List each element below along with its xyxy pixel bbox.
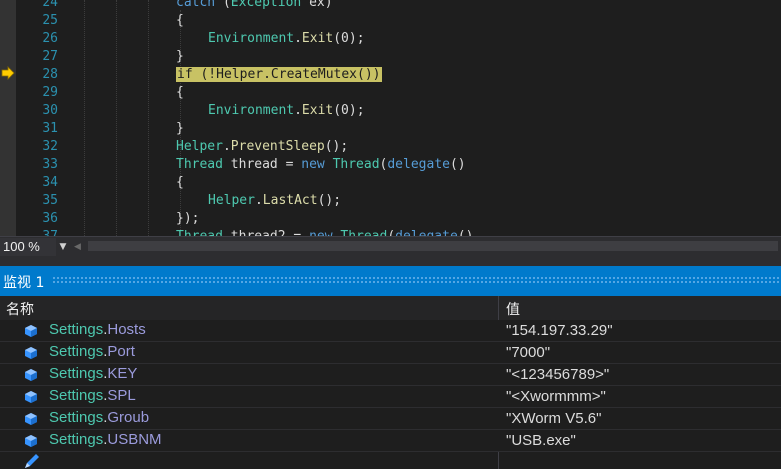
line-number: 33 — [42, 157, 58, 172]
code-keyword: delegate — [387, 157, 450, 172]
cube-icon — [25, 325, 37, 337]
code-keyword: new — [309, 229, 332, 236]
watch-item-name: Settings.SPL — [49, 387, 136, 404]
code-method: Exit — [301, 31, 334, 46]
cube-icon — [25, 347, 37, 359]
code-line: if (!Helper.CreateMutex()) — [176, 66, 382, 84]
code-line: }); — [176, 211, 200, 226]
line-number: 30 — [42, 103, 58, 118]
watch-item-value: "154.197.33.29" — [506, 322, 613, 339]
watch-row[interactable]: Settings.KEY "<123456789>" — [0, 364, 781, 386]
watch-window-title: 监视 1 — [3, 275, 45, 291]
current-statement-highlight: if (!Helper.CreateMutex()) — [176, 67, 382, 82]
code-keyword: delegate — [395, 229, 458, 236]
code-method: PreventSleep — [230, 139, 325, 154]
code-line: Helper.LastAct(); — [208, 193, 342, 208]
watch-item-name: Settings.Port — [49, 343, 135, 360]
code-line: Environment.Exit(0); — [208, 31, 365, 46]
line-number: 31 — [42, 121, 58, 136]
column-header-name[interactable]: 名称 — [6, 299, 34, 319]
watch-rows: Settings.Hosts "154.197.33.29" Settings.… — [0, 320, 781, 452]
watch-window-titlebar[interactable]: 监视 1 — [0, 266, 781, 296]
column-header-value[interactable]: 值 — [506, 299, 520, 319]
watch-row[interactable]: Settings.SPL "<Xwormmm>" — [0, 386, 781, 408]
code-type: Thread — [332, 157, 380, 172]
cube-icon — [25, 435, 37, 447]
code-line: } — [176, 49, 184, 64]
code-line: { — [176, 175, 184, 190]
watch-item-value: "<123456789>" — [506, 366, 610, 383]
add-watch-row[interactable] — [0, 452, 781, 469]
panel-splitter[interactable] — [0, 257, 781, 266]
watch-item-value: "XWorm V5.6" — [506, 410, 602, 427]
code-type: Environment — [208, 103, 295, 118]
code-type: Helper — [208, 193, 255, 208]
watch-row[interactable]: Settings.Groub "XWorm V5.6" — [0, 408, 781, 430]
code-editor[interactable]: 24 25 26 27 28 29 30 31 32 33 34 35 36 37 catch (Exce… — [0, 0, 781, 236]
watch-item-value: "USB.exe" — [506, 432, 576, 449]
code-line: Thread thread = new Thread(delegate() — [176, 157, 466, 172]
watch-row[interactable]: Settings.USBNM "USB.exe" — [0, 430, 781, 452]
watch-column-header: 名称 值 — [0, 296, 781, 321]
code-line: } — [176, 121, 184, 136]
line-number: 35 — [42, 193, 58, 208]
line-number: 27 — [42, 49, 58, 64]
watch-item-value: "7000" — [506, 344, 551, 361]
titlebar-grip — [52, 276, 781, 284]
code-text-area[interactable]: catch (Exception ex){Environment.Exit(0)… — [68, 0, 781, 236]
watch-item-name: Settings.Groub — [49, 409, 150, 426]
code-keyword: catch — [176, 0, 216, 10]
cube-icon — [25, 413, 37, 425]
code-type: Exception — [230, 0, 302, 10]
code-line: { — [176, 85, 184, 100]
code-type: Thread — [340, 229, 387, 236]
code-type: Helper — [176, 139, 223, 154]
pencil-icon — [25, 454, 39, 468]
code-type: Thread — [176, 157, 223, 172]
line-number: 28 — [42, 67, 58, 82]
line-number: 36 — [42, 211, 58, 226]
code-type: Environment — [208, 31, 295, 46]
watch-item-name: Settings.Hosts — [49, 321, 146, 338]
line-number: 24 — [42, 0, 58, 10]
line-number: 37 — [18, 228, 58, 236]
code-line: Helper.PreventSleep(); — [176, 139, 349, 154]
watch-item-name: Settings.USBNM — [49, 431, 162, 448]
watch-row[interactable]: Settings.Hosts "154.197.33.29" — [0, 320, 781, 342]
code-line: Environment.Exit(0); — [208, 103, 365, 118]
code-line: { — [176, 13, 184, 28]
line-number: 25 — [42, 13, 58, 28]
watch-row[interactable]: Settings.Port "7000" — [0, 342, 781, 364]
code-line: Thread thread2 = new Thread(delegate() — [176, 228, 473, 236]
code-line: catch (Exception ex) — [176, 0, 333, 12]
editor-status-bar: 100 % ▼ ◀ — [0, 236, 781, 257]
line-number: 26 — [42, 31, 58, 46]
code-method: LastAct — [262, 193, 318, 208]
scroll-left-icon[interactable]: ◀ — [74, 238, 86, 256]
code-method: Exit — [301, 103, 334, 118]
code-type: Thread — [176, 229, 223, 236]
chevron-down-icon[interactable]: ▼ — [56, 238, 70, 256]
cube-icon — [25, 391, 37, 403]
code-keyword: new — [301, 157, 325, 172]
zoom-level-combobox[interactable]: 100 % — [0, 238, 56, 256]
line-numbers: 24 25 26 27 28 29 30 31 32 33 34 35 36 37 — [16, 0, 60, 236]
watch-item-value: "<Xwormmm>" — [506, 388, 606, 405]
line-number: 34 — [42, 175, 58, 190]
cube-icon — [25, 369, 37, 381]
line-number: 32 — [42, 139, 58, 154]
breakpoint-gutter[interactable] — [0, 0, 16, 236]
horizontal-scrollbar[interactable] — [88, 241, 778, 251]
line-number: 29 — [42, 85, 58, 100]
watch-item-name: Settings.KEY — [49, 365, 138, 382]
arrow-right-icon — [1, 66, 15, 80]
